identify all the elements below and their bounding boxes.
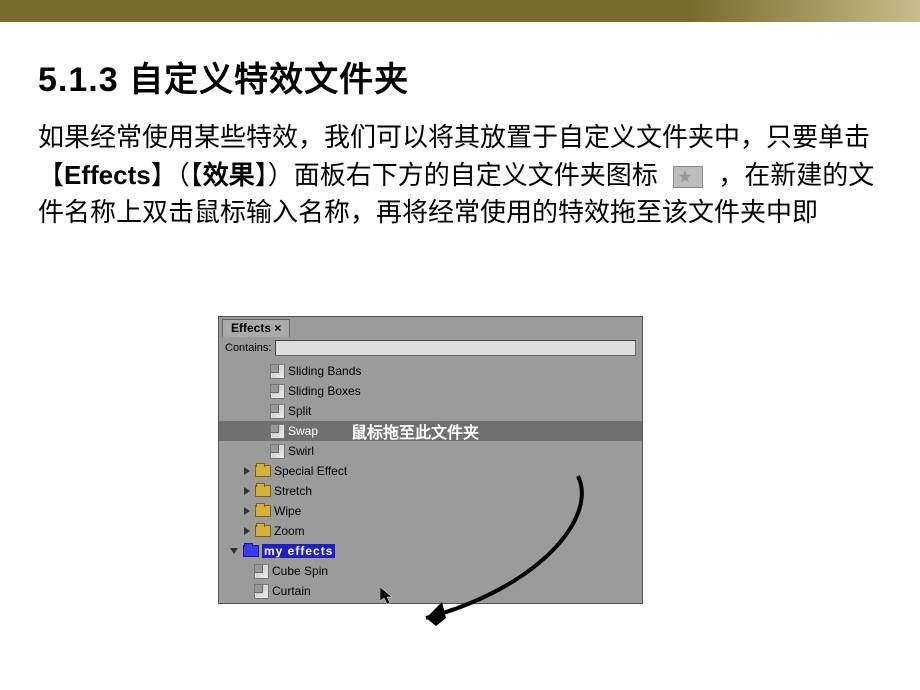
chevron-right-icon[interactable] [242, 486, 252, 496]
slide-content: 5.1.3 自定义特效文件夹 如果经常使用某些特效，我们可以将其放置于自定义文件… [0, 22, 920, 232]
contains-input[interactable] [275, 340, 636, 356]
drag-hint-text: 鼠标拖至此文件夹 [351, 419, 479, 443]
item-label: Sliding Boxes [288, 384, 361, 398]
folder-icon [255, 485, 271, 497]
effects-label-cn: 效果 [203, 160, 255, 190]
effects-panel-screenshot: Effects × Contains: Sliding BandsSliding… [218, 316, 643, 604]
effect-icon [270, 424, 285, 439]
folder-icon [255, 505, 271, 517]
item-label: Swirl [288, 444, 314, 458]
effect-icon [270, 444, 285, 459]
effects-tab[interactable]: Effects × [222, 319, 290, 337]
chevron-down-icon[interactable] [230, 546, 240, 556]
item-label: Split [288, 404, 311, 418]
effect-icon [254, 564, 269, 579]
effect-icon [270, 384, 285, 399]
item-label: Sliding Bands [288, 364, 361, 378]
item-label: Cube Spin [272, 564, 328, 578]
tree-row[interactable]: Swap 鼠标拖至此文件夹 [219, 421, 642, 441]
item-label: Curtain [272, 584, 311, 598]
tree-row[interactable]: Split [219, 401, 642, 421]
effect-icon [254, 584, 269, 599]
item-label: Special Effect [274, 464, 347, 478]
slide-top-accent [0, 0, 920, 22]
folder-icon [255, 525, 271, 537]
chevron-right-icon[interactable] [242, 466, 252, 476]
item-label: Stretch [274, 484, 312, 498]
tree-row[interactable]: Zoom [219, 521, 642, 541]
section-heading: 5.1.3 自定义特效文件夹 [38, 52, 882, 101]
effects-panel: Effects × Contains: Sliding BandsSliding… [218, 316, 643, 604]
effects-tree: Sliding Bands Sliding Boxes Split Swap 鼠标拖至此… [219, 359, 642, 603]
tree-row[interactable]: Curtain [219, 581, 642, 601]
tree-row[interactable]: Stretch [219, 481, 642, 501]
item-label: Swap [288, 424, 318, 438]
contains-row: Contains: [219, 337, 642, 359]
tree-row[interactable]: Special Effect [219, 461, 642, 481]
chevron-right-icon[interactable] [242, 506, 252, 516]
tree-row[interactable]: Cube Spin [219, 561, 642, 581]
tree-row[interactable]: Sliding Boxes [219, 381, 642, 401]
para-text-5: 】）面板右下方的自定义文件夹图标 [255, 160, 658, 190]
custom-folder-icon [673, 166, 703, 188]
item-label[interactable]: my effects [262, 544, 335, 558]
close-icon[interactable]: × [274, 321, 281, 335]
tree-row[interactable]: Wipe [219, 501, 642, 521]
chevron-right-icon[interactable] [242, 526, 252, 536]
tree-row[interactable]: Sliding Bands [219, 361, 642, 381]
contains-label: Contains: [225, 342, 271, 354]
item-label: Wipe [274, 504, 301, 518]
item-label: Zoom [274, 524, 305, 538]
panel-tab-bar: Effects × [219, 317, 642, 337]
folder-icon [243, 545, 259, 557]
effects-label-en: Effects [64, 160, 151, 190]
effect-icon [270, 404, 285, 419]
body-paragraph: 如果经常使用某些特效，我们可以将其放置于自定义文件夹中，只要单击【Effects… [38, 119, 882, 232]
para-text-3: 】（【 [151, 160, 203, 190]
folder-icon [255, 465, 271, 477]
tree-row[interactable]: Swirl [219, 441, 642, 461]
effect-icon [270, 364, 285, 379]
tree-row[interactable]: my effects [219, 541, 642, 561]
tab-label: Effects [231, 321, 271, 335]
